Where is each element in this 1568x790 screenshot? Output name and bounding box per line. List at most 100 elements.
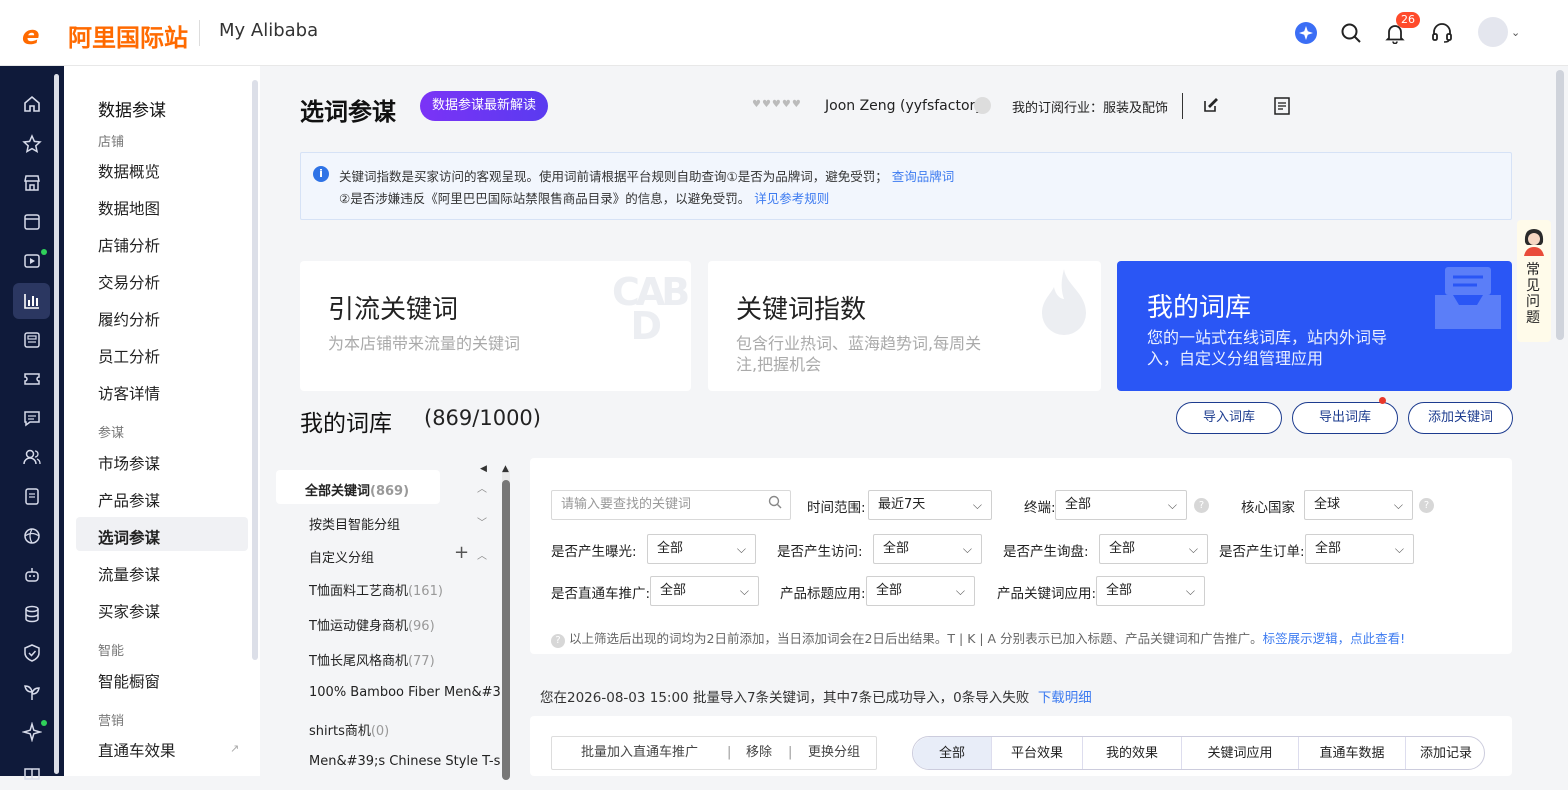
rules-link[interactable]: 详见参考规则: [754, 191, 829, 206]
tab-keyword-apply[interactable]: 关键词应用: [1182, 737, 1299, 769]
add-keyword-button[interactable]: 添加关键词: [1408, 402, 1513, 434]
group-name: 100% Bamboo Fiber Men&#39;s T: [309, 685, 500, 700]
nav-item-overview[interactable]: 数据概览: [98, 160, 160, 182]
tree-scrollbar[interactable]: [502, 468, 510, 780]
nav-item-traffic[interactable]: 流量参谋: [98, 563, 160, 585]
import-status-text: 您在2026-08-03 15:00 批量导入7条关键词，其中7条已成功导入，0…: [540, 690, 1030, 706]
nav-item-showcase[interactable]: 智能橱窗: [98, 670, 160, 692]
nav-item-keyword[interactable]: 选词参谋: [98, 526, 160, 548]
notice-text-2: ②是否涉嫌违反《阿里巴巴国际站禁限售商品目录》的信息，以避免受罚。: [339, 191, 751, 206]
card-keyword-index[interactable]: 关键词指数 包含行业热词、蓝海趋势词,每周关注,把握机会: [708, 261, 1101, 391]
batch-add-ztc-button[interactable]: 批量加入直通车推广: [581, 737, 698, 769]
nav-item-market[interactable]: 市场参谋: [98, 452, 160, 474]
faq-widget[interactable]: 常见问题: [1517, 220, 1551, 342]
title-apply-value: 全部: [876, 583, 903, 598]
title-apply-select[interactable]: 全部 ⌵: [866, 576, 975, 606]
headset-icon[interactable]: [1429, 20, 1455, 46]
chart-icon[interactable]: [13, 283, 50, 319]
exposure-label: 是否产生曝光:: [551, 544, 637, 560]
device-value: 全部: [1065, 497, 1092, 512]
nav-item-map[interactable]: 数据地图: [98, 197, 160, 219]
ztc-label: 是否直通车推广:: [551, 586, 651, 602]
tab-ztc-data[interactable]: 直通车数据: [1299, 737, 1406, 769]
group-name: T恤面料工艺商机: [309, 584, 408, 599]
chevron-up-icon[interactable]: ︿: [477, 547, 487, 562]
time-range-select[interactable]: 最近7天 ⌵: [868, 490, 992, 520]
nav-item-trade-analysis[interactable]: 交易分析: [98, 271, 160, 293]
keyword-group-tree: 全部关键词(869) ︿ 按类目智能分组 ﹀ 自定义分组 + ︿ T恤面料工艺商…: [276, 464, 526, 776]
export-library-button[interactable]: 导出词库: [1292, 402, 1398, 434]
divider: [1182, 93, 1183, 119]
sidenav-scrollbar[interactable]: [252, 80, 258, 660]
collapse-left-icon[interactable]: ◀: [480, 464, 487, 474]
tree-by-category[interactable]: 按类目智能分组: [309, 514, 400, 533]
nav-item-staff[interactable]: 员工分析: [98, 345, 160, 367]
top-bar: e 阿里国际站 My Alibaba 26 ⌄: [0, 0, 1568, 66]
chevron-down-icon[interactable]: ﹀: [477, 514, 487, 529]
country-select[interactable]: 全球 ⌵: [1304, 490, 1413, 520]
country-label: 核心国家: [1241, 500, 1295, 516]
device-select[interactable]: 全部 ⌵: [1055, 490, 1187, 520]
ztc-select[interactable]: 全部 ⌵: [650, 576, 759, 606]
tag-logic-link[interactable]: 标签展示逻辑，点此查看!: [1263, 631, 1406, 646]
tree-group-item[interactable]: T恤运动健身商机(96): [309, 615, 435, 634]
download-detail-link[interactable]: 下载明细: [1038, 690, 1092, 706]
separator: |: [727, 745, 732, 760]
exposure-select[interactable]: 全部 ⌵: [647, 534, 756, 564]
kw-apply-select[interactable]: 全部 ⌵: [1096, 576, 1205, 606]
chevron-down-icon: ⌵: [1167, 498, 1177, 512]
alibaba-logo[interactable]: e 阿里国际站: [22, 18, 188, 53]
nav-item-visitor[interactable]: 访客详情: [98, 382, 160, 404]
tab-all[interactable]: 全部: [913, 737, 992, 769]
sparkle-icon[interactable]: [1293, 20, 1319, 46]
latest-insight-button[interactable]: 数据参谋最新解读: [420, 91, 549, 121]
tree-all-keywords[interactable]: 全部关键词(869): [305, 480, 409, 499]
filter-note: ? 以上筛选后出现的词均为2日前添加，当日添加词会在2日后出结果。T | K | …: [551, 628, 1405, 648]
group-count: (77): [407, 654, 435, 669]
card-traffic-keywords[interactable]: 引流关键词 为本店铺带来流量的关键词 CAB D: [300, 261, 691, 391]
card-my-library[interactable]: 我的词库 您的一站式在线词库，站内外词导入，自定义分组管理应用: [1117, 261, 1512, 391]
nav-item-fulfillment[interactable]: 履约分析: [98, 308, 160, 330]
search-icon[interactable]: [1338, 20, 1364, 46]
tree-group-item[interactable]: Men&#39;s Chinese Style T-shirts: [309, 754, 500, 769]
add-group-icon[interactable]: +: [454, 542, 469, 563]
nav-item-ztc[interactable]: 直通车效果: [98, 739, 176, 761]
remove-button[interactable]: 移除: [746, 737, 772, 769]
tree-group-item[interactable]: shirts商机(0): [309, 720, 389, 739]
keyword-table-panel: 批量加入直通车推广 | 移除 | 更换分组 全部 平台效果 我的效果 关键词应用…: [530, 716, 1512, 776]
tree-scroll-thumb[interactable]: [502, 480, 510, 780]
nav-item-shop-analysis[interactable]: 店铺分析: [98, 234, 160, 256]
tree-group-item[interactable]: 100% Bamboo Fiber Men&#39;s T: [309, 685, 500, 700]
chevron-up-icon[interactable]: ︿: [477, 480, 487, 495]
rail-scrollbar[interactable]: [54, 74, 59, 774]
scroll-up-icon[interactable]: ▲: [502, 464, 509, 474]
tab-my-effect[interactable]: 我的效果: [1083, 737, 1182, 769]
import-library-button[interactable]: 导入词库: [1176, 402, 1282, 434]
card-desc: 包含行业热词、蓝海趋势词,每周关注,把握机会: [736, 334, 982, 374]
nav-item-buyer[interactable]: 买家参谋: [98, 600, 160, 622]
keyword-search-input[interactable]: 请输入要查找的关键词: [551, 490, 791, 520]
group-count: (0): [370, 724, 390, 739]
chevron-down-icon[interactable]: ⌄: [1511, 26, 1520, 39]
tree-group-item[interactable]: T恤面料工艺商机(161): [309, 580, 443, 599]
document-icon[interactable]: [1272, 96, 1292, 120]
tree-group-item[interactable]: T恤长尾风格商机(77): [309, 650, 435, 669]
avatar[interactable]: [1478, 17, 1508, 47]
chevron-down-icon: ⌵: [1393, 498, 1403, 512]
search-icon[interactable]: [768, 492, 782, 520]
help-icon[interactable]: ?: [1419, 498, 1434, 513]
tree-custom-groups[interactable]: 自定义分组: [309, 547, 374, 566]
brand-word-link[interactable]: 查询品牌词: [892, 169, 955, 184]
page-scrollbar[interactable]: [1556, 70, 1564, 340]
info-icon: i: [313, 166, 329, 182]
assistant-avatar-icon: [1520, 226, 1548, 256]
tab-platform-effect[interactable]: 平台效果: [992, 737, 1083, 769]
change-group-button[interactable]: 更换分组: [808, 737, 860, 769]
nav-item-product[interactable]: 产品参谋: [98, 489, 160, 511]
tab-add-record[interactable]: 添加记录: [1406, 737, 1484, 769]
edit-icon[interactable]: [1202, 96, 1220, 118]
inquiry-select[interactable]: 全部 ⌵: [1099, 534, 1208, 564]
visit-select[interactable]: 全部 ⌵: [873, 534, 982, 564]
order-select[interactable]: 全部 ⌵: [1305, 534, 1414, 564]
help-icon[interactable]: ?: [1194, 498, 1209, 513]
